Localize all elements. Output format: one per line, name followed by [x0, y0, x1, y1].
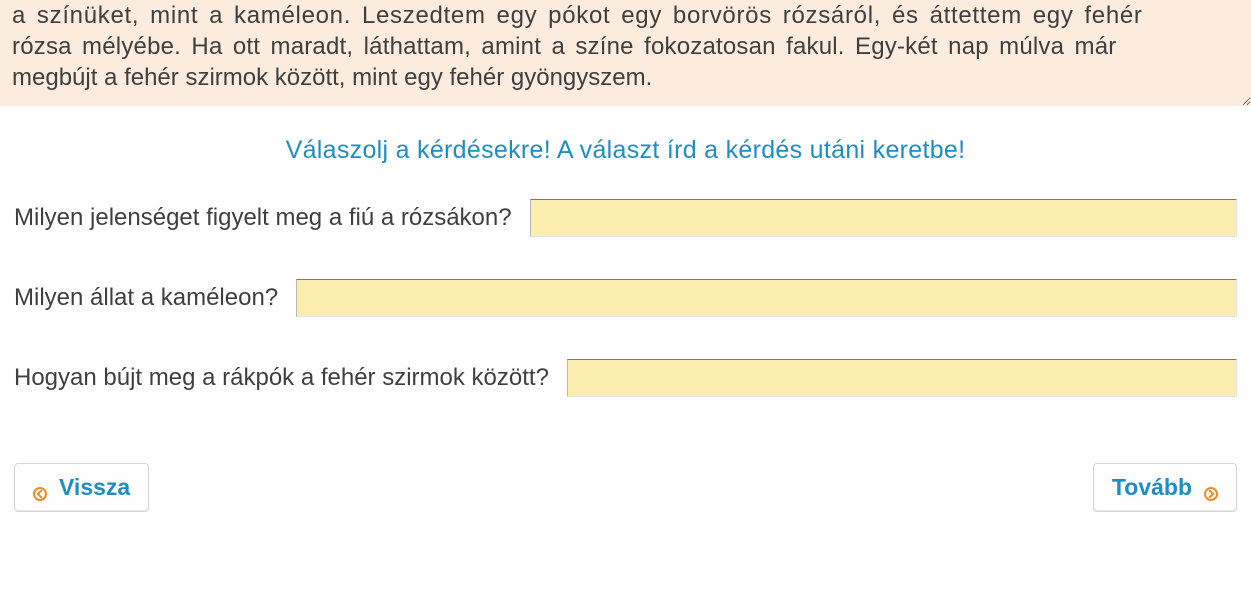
- questions-block: Milyen jelenséget figyelt meg a fiú a ró…: [0, 199, 1251, 397]
- question-label: Milyen jelenséget figyelt meg a fiú a ró…: [14, 204, 512, 232]
- answer-input-3[interactable]: [567, 359, 1237, 397]
- question-label: Milyen állat a kaméleon?: [14, 284, 278, 312]
- passage-line: rózsa mélyébe. Ha ott maradt, láthattam,…: [12, 31, 1239, 62]
- arrow-right-icon: [1204, 480, 1218, 494]
- answer-input-2[interactable]: [296, 279, 1237, 317]
- question-row: Hogyan bújt meg a rákpók a fehér szirmok…: [14, 359, 1237, 397]
- question-label: Hogyan bújt meg a rákpók a fehér szirmok…: [14, 364, 549, 392]
- passage-line: a színüket, mint a kaméleon. Leszedtem e…: [12, 0, 1239, 31]
- next-button-label: Tovább: [1112, 474, 1192, 501]
- answer-input-1[interactable]: [530, 199, 1237, 237]
- instruction-text: Válaszolj a kérdésekre! A választ írd a …: [0, 136, 1251, 165]
- passage-line: megbújt a fehér szirmok között, mint egy…: [12, 62, 1239, 93]
- back-button[interactable]: Vissza: [14, 463, 149, 512]
- navigation-bar: Vissza Tovább: [0, 449, 1251, 526]
- next-button[interactable]: Tovább: [1093, 463, 1237, 512]
- reading-passage: a színüket, mint a kaméleon. Leszedtem e…: [0, 0, 1251, 106]
- arrow-left-icon: [33, 480, 47, 494]
- back-button-label: Vissza: [59, 474, 130, 501]
- page-container: a színüket, mint a kaméleon. Leszedtem e…: [0, 0, 1251, 526]
- question-row: Milyen jelenséget figyelt meg a fiú a ró…: [14, 199, 1237, 237]
- question-row: Milyen állat a kaméleon?: [14, 279, 1237, 317]
